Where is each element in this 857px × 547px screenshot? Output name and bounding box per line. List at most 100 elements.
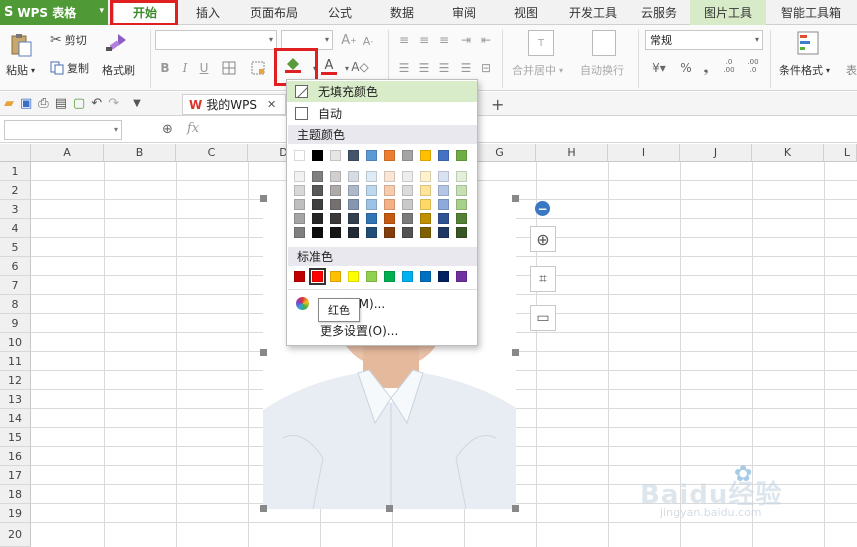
name-box[interactable]: ▾ xyxy=(4,120,122,140)
tab-picture-tools[interactable]: 图片工具 xyxy=(690,0,766,25)
theme-tint-swatch[interactable] xyxy=(438,185,449,196)
row-header[interactable]: 2 xyxy=(0,181,31,200)
italic-button[interactable]: I xyxy=(177,60,193,76)
theme-tint-swatch[interactable] xyxy=(420,227,431,238)
number-format-select[interactable]: 常规 ▾ xyxy=(645,30,763,50)
theme-color-swatch[interactable] xyxy=(384,150,395,161)
zoom-formula-icon[interactable]: ⊕ xyxy=(162,122,173,137)
print-preview-icon[interactable]: ⎙ xyxy=(38,96,48,111)
row-header[interactable]: 18 xyxy=(0,485,31,504)
thousands-button[interactable]: ❟ xyxy=(698,60,714,76)
open-folder-icon[interactable]: ▰ xyxy=(4,96,14,111)
standard-color-swatch[interactable] xyxy=(420,271,431,282)
column-header[interactable]: L xyxy=(824,144,857,162)
decrease-decimal-button[interactable]: .00 .0 xyxy=(744,58,762,74)
align-center-button[interactable]: ☰ xyxy=(416,60,432,76)
theme-tint-swatch[interactable] xyxy=(312,199,323,210)
tab-view[interactable]: 视图 xyxy=(498,0,554,25)
standard-color-swatch[interactable] xyxy=(438,271,449,282)
standard-color-swatch[interactable] xyxy=(348,271,359,282)
select-all-corner[interactable] xyxy=(0,144,31,162)
row-header[interactable]: 3 xyxy=(0,200,31,219)
theme-tint-swatch[interactable] xyxy=(294,199,305,210)
theme-tint-swatch[interactable] xyxy=(330,227,341,238)
theme-tint-swatch[interactable] xyxy=(348,227,359,238)
row-header[interactable]: 13 xyxy=(0,390,31,409)
close-icon[interactable]: ✕ xyxy=(267,98,276,111)
crop-image-button[interactable]: ⌗ xyxy=(530,266,556,292)
table-style-button-cutoff[interactable]: 表 xyxy=(846,62,857,78)
theme-color-swatch[interactable] xyxy=(402,150,413,161)
theme-color-swatch[interactable] xyxy=(366,150,377,161)
row-header[interactable]: 20 xyxy=(0,523,31,547)
theme-tint-swatch[interactable] xyxy=(384,185,395,196)
bold-button[interactable]: B xyxy=(157,60,173,76)
more-colors-option[interactable]: 色(M)... xyxy=(287,293,477,314)
theme-tint-swatch[interactable] xyxy=(348,171,359,182)
align-middle-button[interactable]: ≡ xyxy=(416,32,432,48)
tab-review[interactable]: 审阅 xyxy=(436,0,492,25)
theme-tint-swatch[interactable] xyxy=(330,171,341,182)
row-header[interactable]: 7 xyxy=(0,276,31,295)
theme-tint-swatch[interactable] xyxy=(312,171,323,182)
theme-tint-swatch[interactable] xyxy=(366,185,377,196)
theme-tint-swatch[interactable] xyxy=(402,185,413,196)
theme-tint-swatch[interactable] xyxy=(294,171,305,182)
borders-button[interactable] xyxy=(221,60,237,76)
indent-button[interactable]: ⇥ xyxy=(458,32,474,48)
font-color-button[interactable]: A xyxy=(321,58,337,75)
standard-color-swatch[interactable] xyxy=(309,268,326,285)
theme-tint-swatch[interactable] xyxy=(438,199,449,210)
theme-color-swatch[interactable] xyxy=(438,150,449,161)
tab-page-layout[interactable]: 页面布局 xyxy=(238,0,310,25)
theme-tint-swatch[interactable] xyxy=(420,171,431,182)
theme-tint-swatch[interactable] xyxy=(384,199,395,210)
align-right-button[interactable]: ☰ xyxy=(436,60,452,76)
cell-style-button[interactable] xyxy=(250,60,266,76)
tab-cloud-service[interactable]: 云服务 xyxy=(630,0,688,25)
theme-color-swatch[interactable] xyxy=(456,150,467,161)
resize-handle[interactable] xyxy=(512,349,519,356)
standard-color-swatch[interactable] xyxy=(294,271,305,282)
tab-data[interactable]: 数据 xyxy=(374,0,430,25)
theme-tint-swatch[interactable] xyxy=(384,213,395,224)
row-header[interactable]: 1 xyxy=(0,162,31,181)
image-frame-button[interactable]: ▭ xyxy=(530,305,556,331)
theme-tint-swatch[interactable] xyxy=(312,227,323,238)
tab-developer[interactable]: 开发工具 xyxy=(560,0,626,25)
theme-tint-swatch[interactable] xyxy=(456,227,467,238)
doc-tab-my-wps[interactable]: W 我的WPS ✕ xyxy=(182,94,286,115)
theme-tint-swatch[interactable] xyxy=(330,199,341,210)
more-settings-option[interactable]: 更多设置(O)... xyxy=(287,320,477,341)
theme-tint-swatch[interactable] xyxy=(366,171,377,182)
standard-color-swatch[interactable] xyxy=(384,271,395,282)
row-header[interactable]: 8 xyxy=(0,295,31,314)
distribute-button[interactable]: ⊟ xyxy=(478,60,494,76)
undo-icon[interactable]: ↶ xyxy=(91,96,102,111)
zoom-image-button[interactable]: ⊕ xyxy=(530,226,556,252)
tab-formulas[interactable]: 公式 xyxy=(312,0,368,25)
row-header[interactable]: 16 xyxy=(0,447,31,466)
row-header[interactable]: 11 xyxy=(0,352,31,371)
theme-color-swatch[interactable] xyxy=(330,150,341,161)
theme-color-swatch[interactable] xyxy=(294,150,305,161)
column-header[interactable]: H xyxy=(536,144,608,162)
theme-tint-swatch[interactable] xyxy=(294,227,305,238)
row-header[interactable]: 10 xyxy=(0,333,31,352)
theme-tint-swatch[interactable] xyxy=(402,199,413,210)
underline-button[interactable]: U xyxy=(196,60,212,76)
theme-tint-swatch[interactable] xyxy=(402,213,413,224)
column-header[interactable]: B xyxy=(104,144,176,162)
theme-tint-swatch[interactable] xyxy=(420,199,431,210)
theme-color-swatch[interactable] xyxy=(420,150,431,161)
resize-handle[interactable] xyxy=(260,505,267,512)
theme-tint-swatch[interactable] xyxy=(312,185,323,196)
save-icon[interactable]: ▣ xyxy=(20,96,32,111)
row-header[interactable]: 19 xyxy=(0,504,31,523)
copy-button[interactable]: 复制 xyxy=(50,60,89,76)
theme-tint-swatch[interactable] xyxy=(294,185,305,196)
outdent-button[interactable]: ⇤ xyxy=(478,32,494,48)
theme-tint-swatch[interactable] xyxy=(348,185,359,196)
theme-tint-swatch[interactable] xyxy=(456,213,467,224)
theme-tint-swatch[interactable] xyxy=(420,213,431,224)
